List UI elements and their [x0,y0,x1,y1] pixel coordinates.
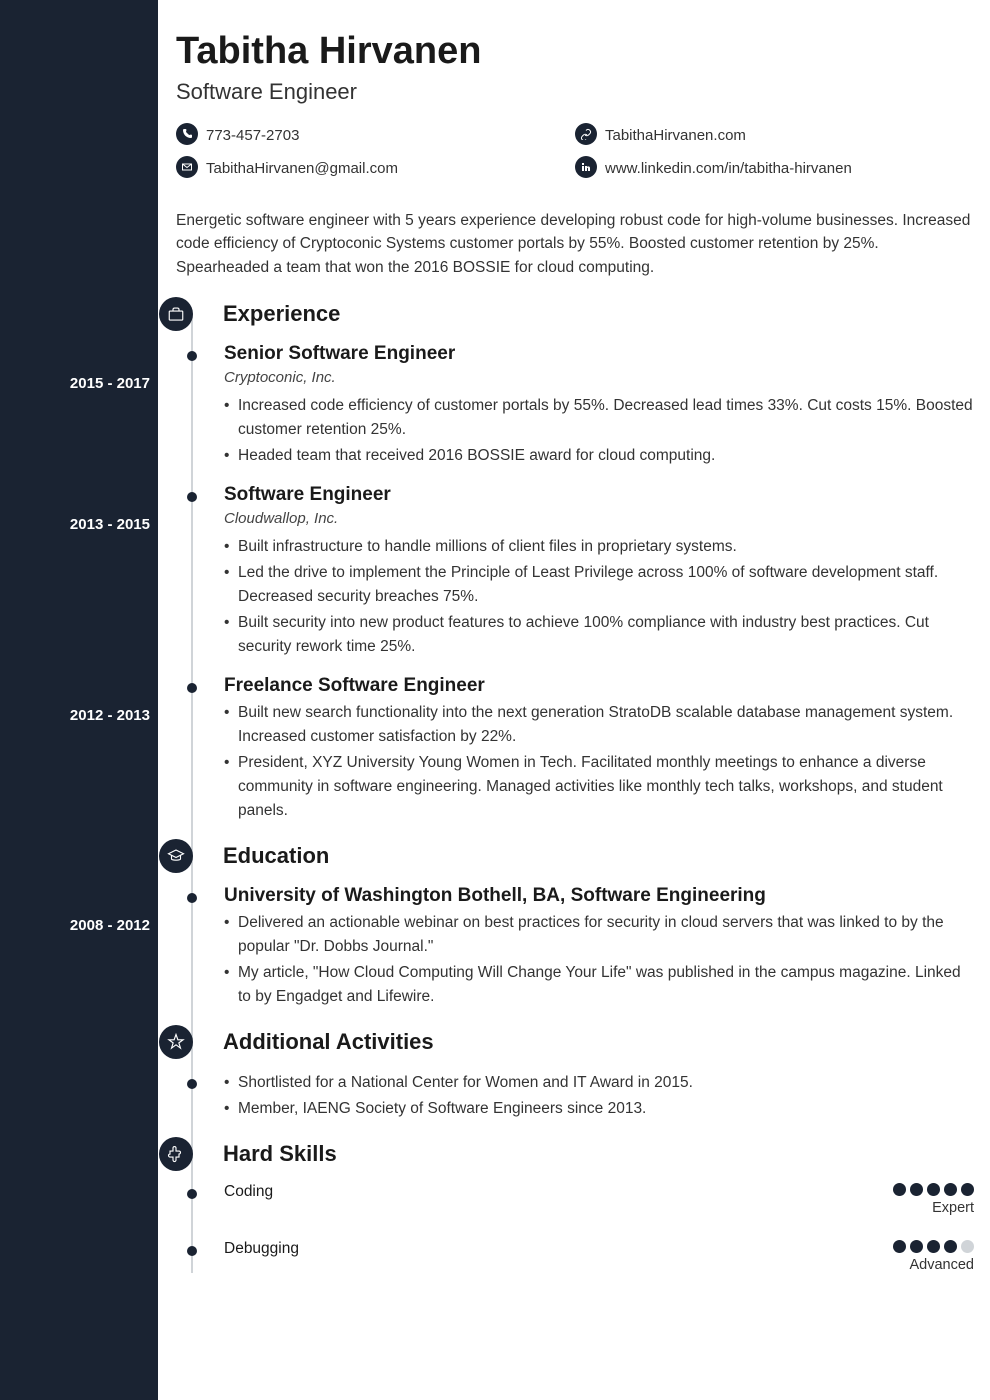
rating-dot [893,1240,906,1253]
contact-phone: 773-457-2703 [176,123,575,146]
graduation-icon [159,839,193,873]
briefcase-icon [159,297,193,331]
contact-website: TabithaHirvanen.com [575,123,974,146]
bullet-item: My article, "How Cloud Computing Will Ch… [224,961,974,1009]
timeline-dot [187,492,197,502]
linkedin-text: www.linkedin.com/in/tabitha-hirvanen [605,156,852,179]
skill-row: Coding Expert [176,1183,974,1216]
phone-icon [176,123,198,145]
date-label: 2013 - 2015 [70,516,150,533]
rating-dot [961,1183,974,1196]
date-label: 2015 - 2017 [70,375,150,392]
bullet-item: Built infrastructure to handle millions … [224,535,974,559]
activities-title: Additional Activities [223,1029,434,1055]
rating-dot [927,1240,940,1253]
entry-title: University of Washington Bothell, BA, So… [224,885,974,907]
summary-text: Energetic software engineer with 5 years… [176,209,974,279]
star-icon [159,1025,193,1059]
activities-entry: Shortlisted for a National Center for Wo… [176,1071,974,1121]
timeline-entry: Freelance Software Engineer Built new sea… [176,675,974,823]
skills-section: Hard Skills Coding Expert Debugging Advance… [176,1137,974,1273]
date-label: 2012 - 2013 [70,707,150,724]
bullet-item: President, XYZ University Young Women in… [224,751,974,823]
resume-page: 2015 - 2017 2013 - 2015 2012 - 2013 2008 - … [0,0,990,1400]
skill-rating [893,1183,974,1196]
timeline-entry: Software Engineer Cloudwallop, Inc. Built … [176,484,974,659]
website-text: TabithaHirvanen.com [605,123,746,146]
entry-bullets: Increased code efficiency of customer po… [224,394,974,468]
education-title: Education [223,843,329,869]
timeline-dot [187,351,197,361]
skill-level: Expert [893,1200,974,1216]
experience-section: Experience Senior Software Engineer Crypt… [176,297,974,823]
rating-dot [893,1183,906,1196]
timeline-dot [187,893,197,903]
rating-dot [910,1183,923,1196]
bullet-item: Member, IAENG Society of Software Engine… [224,1097,974,1121]
entry-title: Software Engineer [224,484,974,506]
bullet-item: Delivered an actionable webinar on best … [224,911,974,959]
rating-dot [944,1240,957,1253]
bullet-item: Led the drive to implement the Principle… [224,561,974,609]
bullet-item: Headed team that received 2016 BOSSIE aw… [224,444,974,468]
activities-section: Additional Activities Shortlisted for a … [176,1025,974,1121]
linkedin-icon [575,156,597,178]
person-name: Tabitha Hirvanen [176,30,974,73]
timeline-entry: Senior Software Engineer Cryptoconic, Inc… [176,343,974,468]
job-title: Software Engineer [176,79,974,105]
skills-title: Hard Skills [223,1141,337,1167]
entry-bullets: Delivered an actionable webinar on best … [224,911,974,1009]
left-sidebar: 2015 - 2017 2013 - 2015 2012 - 2013 2008 - … [0,0,158,1400]
timeline-dot [187,1246,197,1256]
education-section: Education University of Washington Bothe… [176,839,974,1009]
rating-dot [910,1240,923,1253]
contact-linkedin: www.linkedin.com/in/tabitha-hirvanen [575,156,974,179]
skill-row: Debugging Advanced [176,1240,974,1273]
rating-dot [927,1183,940,1196]
skill-name: Debugging [224,1240,299,1258]
contact-block: 773-457-2703 TabithaHirvanen.com Tabitha… [176,123,974,189]
skill-name: Coding [224,1183,273,1201]
puzzle-icon [159,1137,193,1171]
entry-subtitle: Cryptoconic, Inc. [224,369,974,386]
date-label: 2008 - 2012 [70,917,150,934]
timeline-dot [187,683,197,693]
bullet-item: Built security into new product features… [224,611,974,659]
link-icon [575,123,597,145]
entry-title: Freelance Software Engineer [224,675,974,697]
email-icon [176,156,198,178]
entry-subtitle: Cloudwallop, Inc. [224,510,974,527]
main-content: Tabitha Hirvanen Software Engineer 773-4… [158,0,990,1400]
bullet-item: Increased code efficiency of customer po… [224,394,974,442]
timeline-dot [187,1079,197,1089]
entry-bullets: Built new search functionality into the … [224,701,974,823]
email-text: TabithaHirvanen@gmail.com [206,156,398,179]
rating-dot [944,1183,957,1196]
skill-level: Advanced [893,1257,974,1273]
entry-title: Senior Software Engineer [224,343,974,365]
skill-rating [893,1240,974,1253]
rating-dot [961,1240,974,1253]
experience-title: Experience [223,301,340,327]
bullet-item: Shortlisted for a National Center for Wo… [224,1071,974,1095]
entry-bullets: Built infrastructure to handle millions … [224,535,974,659]
phone-text: 773-457-2703 [206,123,299,146]
timeline-entry: University of Washington Bothell, BA, So… [176,885,974,1009]
timeline-dot [187,1189,197,1199]
contact-email: TabithaHirvanen@gmail.com [176,156,575,179]
bullet-item: Built new search functionality into the … [224,701,974,749]
